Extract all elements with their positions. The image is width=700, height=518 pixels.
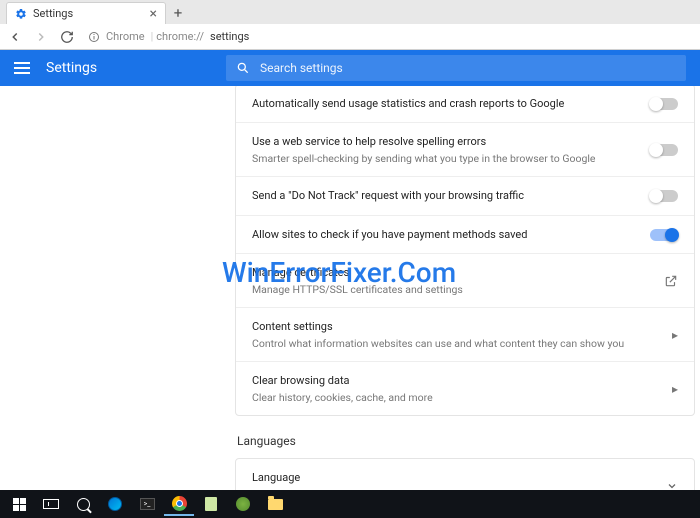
chevron-right-icon: ▸	[672, 382, 678, 396]
hamburger-menu-icon[interactable]	[14, 59, 32, 77]
row-clear-browsing-data[interactable]: Clear browsing data Clear history, cooki…	[236, 361, 694, 415]
folder-icon	[268, 499, 283, 510]
page-title: Settings	[46, 60, 97, 76]
windows-taskbar: >_	[0, 490, 700, 518]
row-subtitle: Control what information websites can us…	[252, 337, 660, 351]
row-manage-certificates[interactable]: Manage certificates Manage HTTPS/SSL cer…	[236, 253, 694, 307]
url-scheme: Chrome	[106, 30, 145, 43]
privacy-card: Automatically send usage statistics and …	[235, 86, 695, 416]
row-payment-methods[interactable]: Allow sites to check if you have payment…	[236, 215, 694, 253]
row-title: Send a "Do Not Track" request with your …	[252, 188, 638, 203]
toggle-usage-stats[interactable]	[650, 98, 678, 110]
row-do-not-track[interactable]: Send a "Do Not Track" request with your …	[236, 176, 694, 214]
taskbar-edge[interactable]	[100, 492, 130, 516]
row-language[interactable]: Language English	[236, 459, 694, 490]
row-subtitle: Manage HTTPS/SSL certificates and settin…	[252, 283, 652, 297]
gear-icon	[15, 8, 27, 20]
taskbar-search-button[interactable]	[68, 492, 98, 516]
reload-button[interactable]	[58, 28, 76, 46]
row-usage-stats[interactable]: Automatically send usage statistics and …	[236, 86, 694, 122]
browser-tab-settings[interactable]: Settings ×	[6, 2, 166, 24]
row-subtitle: Clear history, cookies, cache, and more	[252, 391, 660, 405]
new-tab-button[interactable]: +	[166, 2, 190, 24]
close-icon[interactable]: ×	[150, 7, 157, 21]
row-title: Clear browsing data	[252, 373, 660, 388]
note-icon	[205, 497, 217, 511]
search-icon	[77, 498, 90, 511]
taskbar-app-green[interactable]	[228, 492, 258, 516]
row-subtitle: Smarter spell-checking by sending what y…	[252, 152, 638, 166]
row-title: Use a web service to help resolve spelli…	[252, 134, 638, 149]
section-label-languages: Languages	[237, 434, 693, 448]
row-content-settings[interactable]: Content settings Control what informatio…	[236, 307, 694, 361]
search-input[interactable]	[260, 61, 676, 75]
row-title: Language	[252, 470, 654, 485]
toggle-payment-methods[interactable]	[650, 229, 678, 241]
row-title: Allow sites to check if you have payment…	[252, 227, 638, 242]
taskbar-chrome[interactable]	[164, 492, 194, 516]
toggle-spelling-service[interactable]	[650, 144, 678, 156]
browser-toolbar: Chrome | chrome://settings	[0, 24, 700, 50]
chrome-icon	[172, 496, 187, 511]
forward-button[interactable]	[32, 28, 50, 46]
start-button[interactable]	[4, 492, 34, 516]
url-path: settings	[210, 30, 249, 43]
back-button[interactable]	[6, 28, 24, 46]
taskview-icon	[43, 499, 59, 509]
address-bar[interactable]: Chrome | chrome://settings	[84, 27, 694, 47]
search-icon	[236, 61, 250, 75]
row-title: Manage certificates	[252, 265, 652, 280]
browser-tab-strip: Settings × +	[0, 0, 700, 24]
settings-content: WinErrorFixer.Com Automatically send usa…	[0, 86, 700, 490]
row-title: Content settings	[252, 319, 660, 334]
chevron-right-icon: ▸	[672, 328, 678, 342]
toggle-do-not-track[interactable]	[650, 190, 678, 202]
taskbar-notes[interactable]	[196, 492, 226, 516]
languages-card: Language English Spell check English (Un…	[235, 458, 695, 490]
taskbar-file-explorer[interactable]	[260, 492, 290, 516]
terminal-icon: >_	[140, 498, 155, 510]
edge-icon	[108, 497, 122, 511]
settings-header: Settings	[0, 50, 700, 86]
lime-icon	[236, 497, 250, 511]
chevron-down-icon	[666, 480, 678, 490]
site-info-icon[interactable]	[88, 31, 100, 43]
windows-icon	[13, 498, 26, 511]
external-link-icon	[664, 274, 678, 288]
url-host: chrome://	[156, 30, 204, 43]
settings-search-bar[interactable]	[226, 55, 686, 81]
taskbar-terminal[interactable]: >_	[132, 492, 162, 516]
task-view-button[interactable]	[36, 492, 66, 516]
row-spelling-service[interactable]: Use a web service to help resolve spelli…	[236, 122, 694, 176]
tab-title: Settings	[33, 7, 73, 20]
row-title: Automatically send usage statistics and …	[252, 96, 638, 111]
